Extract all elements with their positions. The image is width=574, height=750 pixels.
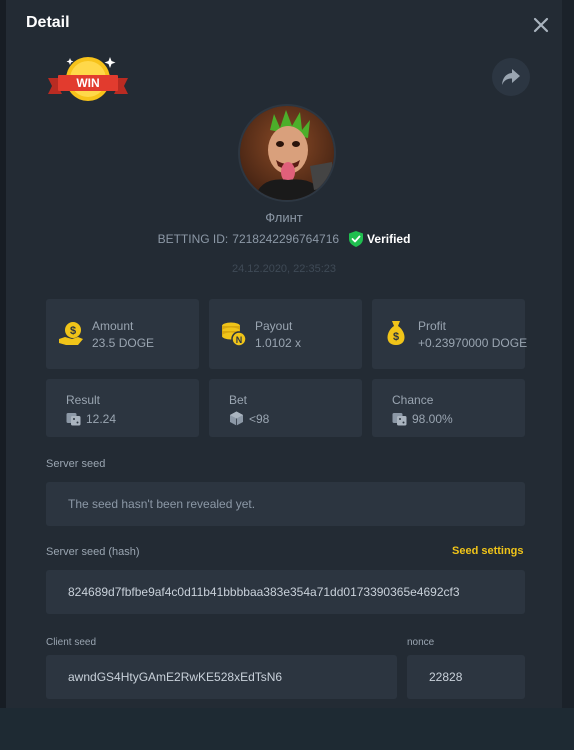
share-icon	[502, 69, 520, 85]
client-seed-field[interactable]: awndGS4HtyGAmE2RwKE528xEdTsN6	[46, 655, 397, 699]
server-seed-hash-field[interactable]: 824689d7fbfbe9af4c0d11b41bbbbaa383e354a7…	[46, 570, 525, 614]
server-seed-hash-label: Server seed (hash)	[46, 546, 140, 558]
payout-card: N Payout 1.0102 x	[209, 299, 362, 369]
result-value: 12.24	[86, 412, 117, 426]
server-seed-label: Server seed	[46, 458, 106, 470]
chance-label: Chance	[392, 393, 434, 407]
win-badge-label: WIN	[76, 76, 99, 90]
dice-icon	[66, 413, 81, 426]
betting-id-label: BETTING ID:	[157, 232, 229, 246]
verified-label: Verified	[367, 232, 411, 246]
page-footer-band	[0, 708, 574, 750]
result-label: Result	[66, 393, 101, 407]
player-name: Флинт	[265, 210, 303, 225]
nonce-label: nonce	[407, 637, 435, 648]
nonce-field[interactable]: 22828	[407, 655, 525, 699]
dice-icon	[392, 413, 407, 426]
profit-value: +0.23970000 DOGE	[418, 336, 528, 350]
payout-label: Payout	[255, 319, 293, 333]
amount-card: $ Amount 23.5 DOGE	[46, 299, 199, 369]
win-badge-icon: WIN	[48, 57, 128, 101]
amount-label: Amount	[92, 319, 134, 333]
close-icon	[533, 17, 549, 33]
payout-value: 1.0102 x	[255, 336, 302, 350]
shield-check-icon	[349, 231, 364, 247]
betting-id-row: BETTING ID: 7218242296764716 Verified	[6, 231, 562, 247]
result-card: Result 12.24	[46, 379, 199, 437]
modal-title: Detail	[26, 14, 70, 31]
avatar	[238, 104, 336, 202]
betting-id-value: 7218242296764716	[232, 232, 340, 246]
seed-settings-link[interactable]: Seed settings	[452, 545, 524, 557]
money-bag-icon: $	[387, 321, 405, 345]
svg-text:$: $	[393, 331, 399, 343]
avatar-image	[240, 106, 334, 200]
svg-text:$: $	[70, 325, 76, 337]
bet-card: Bet <98	[209, 379, 362, 437]
bet-value: <98	[249, 412, 270, 426]
bet-label: Bet	[229, 393, 248, 407]
client-seed-label: Client seed	[46, 637, 97, 648]
amount-value: 23.5 DOGE	[92, 336, 155, 350]
profit-label: Profit	[418, 319, 447, 333]
profit-card: $ Profit +0.23970000 DOGE	[372, 299, 528, 369]
svg-text:N: N	[236, 335, 243, 345]
server-seed-field: The seed hasn't been revealed yet.	[46, 482, 525, 526]
chance-value: 98.00%	[412, 412, 453, 426]
verified-badge: Verified	[349, 231, 410, 247]
chance-card: Chance 98.00%	[372, 379, 525, 437]
coin-hand-icon: $	[59, 322, 83, 345]
bet-timestamp: 24.12.2020, 22:35:23	[232, 263, 336, 275]
cube-icon	[230, 411, 243, 426]
detail-modal: Detail WIN Флинт BETTING ID: 72182422967…	[6, 0, 562, 708]
close-button[interactable]	[530, 14, 552, 36]
coin-stack-icon: N	[222, 322, 247, 347]
share-button[interactable]	[492, 58, 530, 96]
